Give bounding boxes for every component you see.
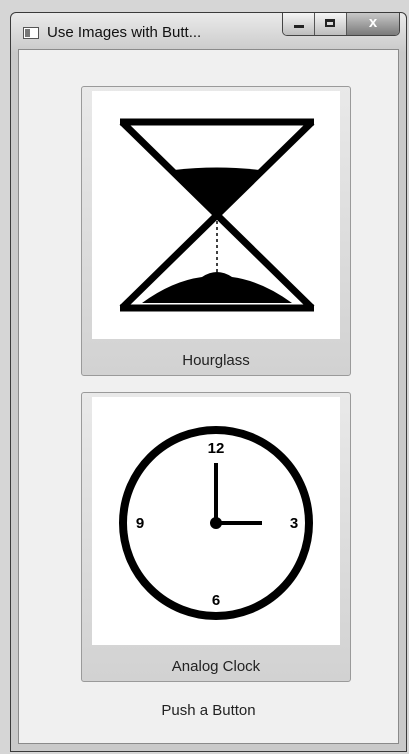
minimize-button[interactable] xyxy=(283,13,315,35)
close-button[interactable]: x xyxy=(347,13,399,35)
window-content: Hourglass 12 3 6 9 Analog Clock Push a B… xyxy=(18,49,399,744)
analog-clock-icon: 12 3 6 9 xyxy=(119,426,313,620)
hourglass-image xyxy=(92,91,340,339)
window-app-icon[interactable] xyxy=(23,27,39,39)
analog-clock-button[interactable]: 12 3 6 9 Analog Clock xyxy=(81,392,351,682)
hourglass-button[interactable]: Hourglass xyxy=(81,86,351,376)
clock-numeral-9: 9 xyxy=(136,515,144,532)
clock-numeral-12: 12 xyxy=(208,440,225,457)
app-window: Use Images with Butt... x Hourglass 12 3… xyxy=(10,12,407,752)
minimize-icon xyxy=(294,25,304,28)
window-title: Use Images with Butt... xyxy=(47,24,202,41)
clock-numeral-6: 6 xyxy=(212,592,220,609)
title-bar[interactable]: Use Images with Butt... x xyxy=(11,13,406,49)
analog-clock-label: Analog Clock xyxy=(171,658,261,675)
hourglass-label: Hourglass xyxy=(182,352,250,369)
maximize-button[interactable] xyxy=(315,13,347,35)
clock-numeral-3: 3 xyxy=(290,515,298,532)
status-text: Push a Button xyxy=(161,702,256,719)
close-icon: x xyxy=(368,14,378,31)
caption-buttons: x xyxy=(282,13,400,36)
clock-image: 12 3 6 9 xyxy=(92,397,340,645)
maximize-icon xyxy=(325,19,335,27)
hourglass-icon xyxy=(119,118,315,312)
